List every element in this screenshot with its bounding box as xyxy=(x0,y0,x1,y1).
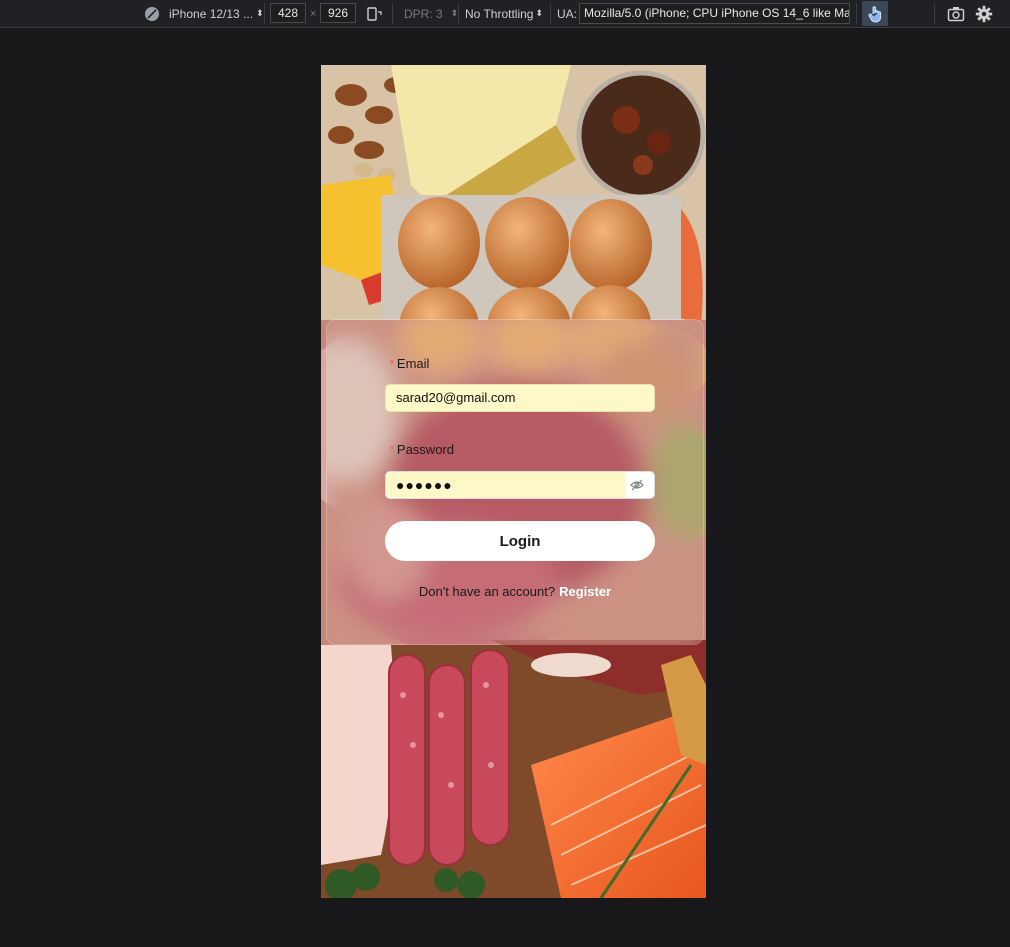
device-name: iPhone 12/13 ... xyxy=(169,6,254,21)
devtools-device-toolbar: iPhone 12/13 ... ⬍ 428 × 926 DPR: 3 ⬍ No… xyxy=(0,0,1010,28)
email-label: * Email xyxy=(390,356,429,371)
login-card: * Email sarad20@gmail.com * Password ●●●●●… xyxy=(326,319,704,645)
no-sign-icon xyxy=(145,6,159,21)
chevron-updown-icon: ⬍ xyxy=(256,8,264,18)
password-label: * Password xyxy=(390,442,454,457)
dpr-select[interactable]: DPR: 3 ⬍ xyxy=(404,0,458,27)
device-viewport: * Email sarad20@gmail.com * Password ●●●●●… xyxy=(321,65,706,898)
touch-toggle-button[interactable] xyxy=(862,1,888,26)
register-link[interactable]: Register xyxy=(559,584,611,599)
screenshot-button[interactable] xyxy=(947,0,965,27)
settings-button[interactable] xyxy=(975,0,993,27)
dimension-separator: × xyxy=(310,7,317,20)
width-input[interactable]: 428 xyxy=(270,3,306,23)
touch-icon xyxy=(868,5,882,23)
rotate-icon xyxy=(367,6,382,21)
register-prompt: Don't have an account? Register xyxy=(327,584,703,599)
required-marker: * xyxy=(390,445,394,456)
password-label-text: Password xyxy=(396,442,454,457)
device-select[interactable]: iPhone 12/13 ... ⬍ xyxy=(144,0,264,27)
email-field[interactable]: sarad20@gmail.com xyxy=(385,384,655,412)
ua-label: UA: xyxy=(557,6,578,21)
required-marker: * xyxy=(390,359,394,370)
dpr-label: DPR: 3 xyxy=(404,6,443,21)
rotate-button[interactable] xyxy=(366,0,382,27)
camera-icon xyxy=(947,6,965,21)
throttling-select[interactable]: No Throttling ⬍ xyxy=(465,0,543,27)
register-prompt-text: Don't have an account? xyxy=(418,584,556,599)
chevron-updown-icon: ⬍ xyxy=(535,8,544,18)
user-agent-input[interactable]: Mozilla/5.0 (iPhone; CPU iPhone OS 14_6 … xyxy=(579,3,850,24)
height-input[interactable]: 926 xyxy=(320,3,356,23)
login-button[interactable]: Login xyxy=(385,521,655,561)
email-label-text: Email xyxy=(396,356,430,371)
gear-icon xyxy=(975,5,993,22)
eye-invisible-icon[interactable] xyxy=(630,478,644,492)
throttling-label: No Throttling xyxy=(465,6,534,21)
password-value: ●●●●●● xyxy=(386,472,626,498)
password-field[interactable]: ●●●●●● xyxy=(385,471,655,499)
